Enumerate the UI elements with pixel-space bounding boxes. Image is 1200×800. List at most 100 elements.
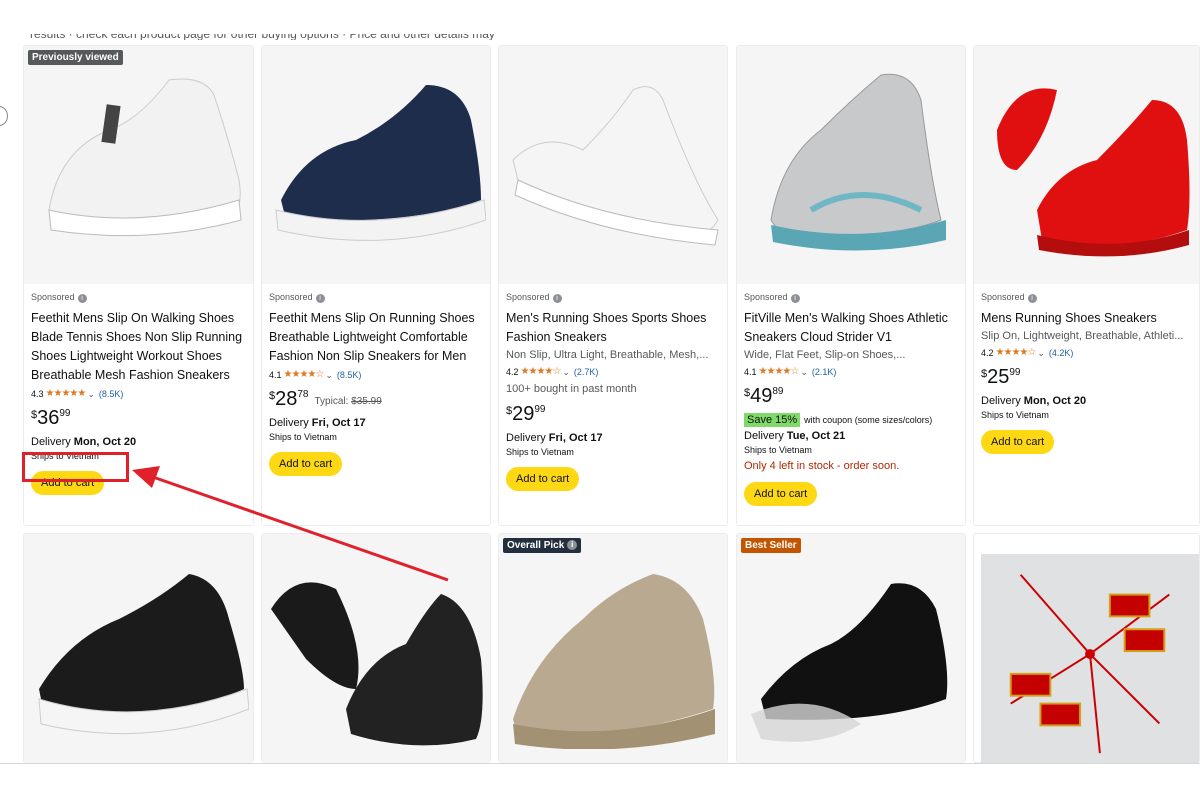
add-to-cart-button[interactable]: Add to cart (744, 482, 818, 506)
white-sneaker-icon (512, 86, 719, 246)
product-card[interactable] (23, 533, 254, 764)
red-sneaker-icon (996, 88, 1189, 257)
chevron-down-icon[interactable]: ⌄ (87, 387, 95, 401)
chevron-down-icon[interactable]: ⌄ (800, 365, 808, 379)
product-image[interactable] (24, 46, 253, 284)
rating-count[interactable]: (8.5K) (99, 387, 124, 401)
rating[interactable]: 4.3 ★★★★★ ⌄ (8.5K) (31, 387, 246, 401)
product-image[interactable] (499, 534, 727, 764)
white-sneaker-icon (47, 78, 242, 237)
sponsored-label[interactable]: Sponsored i (269, 291, 483, 303)
product-card[interactable]: Sponsored i Feethit Mens Slip On Running … (261, 45, 491, 526)
sponsored-label[interactable]: Sponsored i (506, 291, 720, 303)
ships-to-text: Ships to Vietnam (506, 447, 574, 457)
product-grid: Previously viewed Sponsored i Feethit Men… (0, 0, 1200, 800)
delivery-info: Delivery Fri, Oct 17 (506, 432, 603, 444)
price[interactable]: $ 49 89 (744, 385, 958, 411)
ships-to-highlight-box (22, 452, 129, 482)
info-icon[interactable]: i (790, 294, 800, 303)
rating-value: 4.2 (981, 348, 994, 358)
info-icon[interactable]: i (567, 540, 578, 551)
add-to-cart-button[interactable]: Add to cart (981, 430, 1055, 454)
gray-sneaker-icon (770, 73, 946, 251)
product-image[interactable] (737, 534, 965, 764)
product-card[interactable]: Sponsored i Mens Running Shoes Sneakers S… (973, 45, 1200, 526)
product-subtitle: Non Slip, Ultra Light, Breathable, Mesh,… (506, 349, 709, 361)
best-seller-badge: Best Seller (741, 538, 801, 553)
star-rating-icon: ★★★★☆ (995, 347, 1037, 358)
rating[interactable]: 4.2 ★★★★☆ ⌄ (2.7K) (506, 365, 720, 379)
rating[interactable]: 4.1 ★★★★☆ ⌄ (8.5K) (269, 368, 483, 382)
product-image[interactable] (262, 534, 490, 764)
product-card[interactable]: Overall Pick i (498, 533, 728, 764)
bought-count: 100+ bought in past month (506, 383, 637, 395)
rating[interactable]: 4.2 ★★★★☆ ⌄ (4.2K) (981, 346, 1192, 360)
delivery-info: Delivery Mon, Oct 20 (981, 395, 1087, 407)
rating-value: 4.1 (269, 370, 282, 380)
star-rating-icon: ★★★★★ (45, 388, 87, 399)
chevron-down-icon[interactable]: ⌄ (1037, 346, 1045, 360)
product-image[interactable] (974, 46, 1199, 284)
product-title[interactable]: Mens Running Shoes Sneakers (981, 309, 1192, 328)
rating-value: 4.2 (506, 367, 519, 377)
rating[interactable]: 4.1 ★★★★☆ ⌄ (2.1K) (744, 365, 958, 379)
info-icon[interactable]: i (1027, 294, 1037, 303)
rating-value: 4.3 (31, 389, 44, 399)
product-title[interactable]: FitVille Men's Walking Shoes Athletic Sn… (744, 309, 958, 347)
product-title[interactable]: Feethit Mens Slip On Walking Shoes Blade… (31, 309, 246, 385)
coupon-badge: Save 15% (744, 413, 801, 427)
add-to-cart-button[interactable]: Add to cart (506, 467, 580, 491)
rating-count[interactable]: (4.2K) (1049, 346, 1074, 360)
info-icon[interactable]: i (77, 294, 87, 303)
chevron-down-icon[interactable]: ⌄ (562, 365, 570, 379)
price[interactable]: $ 36 99 (31, 407, 246, 433)
ships-to-text: Ships to Vietnam (981, 410, 1049, 420)
coupon[interactable]: Save 15% with coupon (some sizes/colors) (744, 413, 958, 427)
product-image[interactable] (737, 46, 965, 284)
star-rating-icon: ★★★★☆ (758, 366, 800, 377)
product-subtitle: Wide, Flat Feet, Slip-on Shoes,... (744, 349, 906, 361)
sponsored-label[interactable]: Sponsored i (981, 291, 1192, 303)
rating-count[interactable]: (2.1K) (812, 365, 837, 379)
product-card[interactable] (973, 533, 1200, 764)
overall-pick-badge: Overall Pick i (503, 538, 582, 553)
product-subtitle: Slip On, Lightweight, Breathable, Athlet… (981, 330, 1184, 342)
product-card[interactable]: Sponsored i FitVille Men's Walking Shoes … (736, 45, 966, 526)
price[interactable]: $ 28 78 Typical: $35.99 (269, 388, 483, 414)
stock-warning: Only 4 left in stock - order soon. (744, 460, 900, 472)
chevron-down-icon[interactable]: ⌄ (325, 368, 333, 382)
delivery-info: Delivery Tue, Oct 21 (744, 430, 846, 442)
black-sneaker-icon (37, 574, 249, 735)
product-title[interactable]: Men's Running Shoes Sports Shoes Fashion… (506, 309, 720, 347)
sponsored-label[interactable]: Sponsored i (31, 291, 246, 303)
price[interactable]: $ 29 99 (506, 403, 720, 429)
product-card[interactable]: Best Seller (736, 533, 966, 764)
khaki-sneaker-icon (513, 574, 715, 749)
black-sneaker-icon (271, 582, 483, 746)
star-rating-icon: ★★★★☆ (520, 366, 562, 377)
black-sneaker-icon (751, 583, 948, 742)
divider (0, 763, 1200, 764)
rating-count[interactable]: (8.5K) (337, 368, 362, 382)
product-title[interactable]: Feethit Mens Slip On Running Shoes Breat… (269, 309, 483, 366)
rating-count[interactable]: (2.7K) (574, 365, 599, 379)
delivery-info: Delivery Mon, Oct 20 (31, 436, 137, 448)
product-image[interactable] (24, 534, 253, 764)
product-card[interactable] (261, 533, 491, 764)
ships-to-text: Ships to Vietnam (269, 432, 337, 442)
add-to-cart-button[interactable]: Add to cart (269, 452, 343, 476)
price[interactable]: $ 25 99 (981, 366, 1192, 392)
typical-price: Typical: $35.99 (314, 396, 382, 407)
ships-to-text: Ships to Vietnam (744, 445, 812, 455)
sponsored-label[interactable]: Sponsored i (744, 291, 958, 303)
product-image[interactable] (981, 554, 1199, 764)
navy-sneaker-icon (275, 85, 486, 241)
product-card[interactable]: Sponsored i Men's Running Shoes Sports Sh… (498, 45, 728, 526)
delivery-info: Delivery Fri, Oct 17 (269, 417, 366, 429)
product-image[interactable] (262, 46, 490, 284)
star-rating-icon: ★★★★☆ (283, 369, 325, 380)
info-icon[interactable]: i (315, 294, 325, 303)
product-image[interactable] (499, 46, 727, 284)
info-icon[interactable]: i (552, 294, 562, 303)
red-ornament-icon (1009, 574, 1170, 754)
